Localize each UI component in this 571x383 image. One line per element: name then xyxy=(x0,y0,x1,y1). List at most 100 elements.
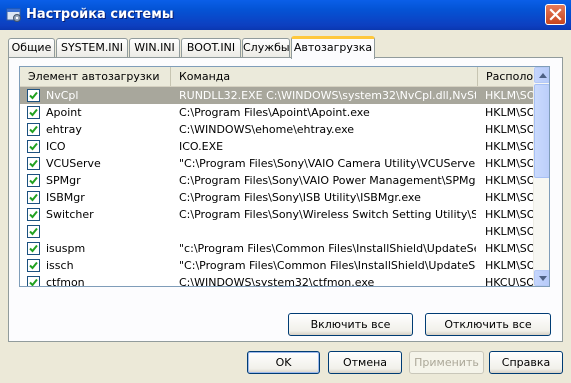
checkmark-icon xyxy=(29,176,38,185)
startup-item-command: C:\Program Files\Apoint\Apoint.exe xyxy=(179,106,370,119)
table-row[interactable]: Switcher C:\Program Files\Sony\Wireless S… xyxy=(20,206,533,223)
enable-checkbox[interactable] xyxy=(27,242,40,255)
tab-startup[interactable]: Автозагрузка xyxy=(291,36,375,59)
startup-item-name: issch xyxy=(46,259,74,272)
checkmark-icon xyxy=(29,227,38,236)
checkmark-icon xyxy=(29,125,38,134)
checkmark-icon xyxy=(29,108,38,117)
startup-item-name xyxy=(46,223,171,240)
checkmark-icon xyxy=(29,193,38,202)
close-icon xyxy=(549,8,562,21)
enable-checkbox[interactable] xyxy=(27,225,40,238)
startup-item-location: HKLM\SOFTWARE xyxy=(485,89,533,102)
table-row[interactable]: ctfmon C:\WINDOWS\system32\ctfmon.exe HKCU… xyxy=(20,274,533,286)
scroll-up-button[interactable] xyxy=(534,67,549,83)
checkmark-icon xyxy=(29,210,38,219)
table-row[interactable]: issch "C:\Program Files\Common Files\Inst… xyxy=(20,257,533,274)
startup-item-name: isuspm xyxy=(46,242,86,255)
checkmark-icon xyxy=(29,261,38,270)
arrow-down-icon xyxy=(539,276,547,281)
startup-item-command: C:\WINDOWS\ehome\ehtray.exe xyxy=(179,123,355,136)
table-row[interactable]: Apoint C:\Program Files\Apoint\Apoint.exe… xyxy=(20,104,533,121)
startup-item-location: HKLM\SOFTWARE xyxy=(485,242,533,255)
startup-item-command: C:\WINDOWS\system32\ctfmon.exe xyxy=(179,276,375,286)
enable-checkbox[interactable] xyxy=(27,157,40,170)
checkmark-icon xyxy=(29,91,38,100)
cancel-button[interactable]: Отмена xyxy=(328,351,402,374)
arrow-up-icon xyxy=(539,73,547,78)
startup-item-command: "C:\Program Files\Common Files\InstallSh… xyxy=(179,259,476,272)
table-row[interactable]: VCUServe "C:\Program Files\Sony\VAIO Came… xyxy=(20,155,533,172)
enable-all-button[interactable]: Включить все xyxy=(288,313,413,336)
tab-services[interactable]: Службы xyxy=(242,38,290,57)
list-header: Элемент автозагрузки Команда Расположени… xyxy=(20,67,549,87)
checkmark-icon xyxy=(29,278,38,286)
table-row[interactable]: SPMgr C:\Program Files\Sony\VAIO Power Ma… xyxy=(20,172,533,189)
startup-item-location: HKCU\SOFTWARE xyxy=(485,276,533,286)
enable-checkbox[interactable] xyxy=(27,208,40,221)
startup-item-name: ctfmon xyxy=(46,276,85,286)
list-rows: NvCpl RUNDLL32.EXE C:\WINDOWS\system32\Nv… xyxy=(20,87,533,286)
checkmark-icon xyxy=(29,159,38,168)
enable-checkbox[interactable] xyxy=(27,191,40,204)
startup-item-name: VCUServe xyxy=(46,157,101,170)
startup-item-name: NvCpl xyxy=(46,89,79,102)
help-button[interactable]: Справка xyxy=(489,351,563,374)
table-row[interactable]: HKLM\SOFTWARE xyxy=(20,223,533,240)
startup-item-location: HKLM\SOFTWARE xyxy=(485,191,533,204)
enable-checkbox[interactable] xyxy=(27,140,40,153)
startup-item-command: C:\Program Files\Sony\ISB Utility\ISBMgr… xyxy=(179,191,421,204)
startup-item-command: ICO.EXE xyxy=(179,140,224,153)
tab-win-ini[interactable]: WIN.INI xyxy=(129,38,180,57)
tab-boot-ini[interactable]: BOOT.INI xyxy=(181,38,241,57)
checkmark-icon xyxy=(29,244,38,253)
startup-item-location: HKLM\SOFTWARE xyxy=(485,106,533,119)
startup-item-location: HKLM\SOFTWARE xyxy=(485,259,533,272)
disable-all-button[interactable]: Отключить все xyxy=(425,313,551,336)
startup-list[interactable]: Элемент автозагрузки Команда Расположени… xyxy=(19,66,550,287)
enable-checkbox[interactable] xyxy=(27,259,40,272)
system-configuration-window: Настройка системы Общие SYSTEM.INI WIN.I… xyxy=(0,0,571,383)
table-row[interactable]: ICO ICO.EXE HKLM\SOFTWARE xyxy=(20,138,533,155)
system-config-icon xyxy=(6,7,22,23)
startup-item-name: ehtray xyxy=(46,123,82,136)
startup-item-location: HKLM\SOFTWARE xyxy=(485,225,533,238)
startup-item-name: SPMgr xyxy=(46,174,81,187)
enable-checkbox[interactable] xyxy=(27,276,40,286)
startup-item-command: C:\Program Files\Sony\VAIO Power Managem… xyxy=(179,174,476,187)
startup-item-name: Switcher xyxy=(46,208,94,221)
column-header-startup-item[interactable]: Элемент автозагрузки xyxy=(20,67,171,86)
enable-checkbox[interactable] xyxy=(27,174,40,187)
tab-general[interactable]: Общие xyxy=(8,38,55,57)
enable-checkbox[interactable] xyxy=(27,123,40,136)
table-row[interactable]: isuspm "c:\Program Files\Common Files\Ins… xyxy=(20,240,533,257)
startup-item-name: Apoint xyxy=(46,106,82,119)
startup-item-command: "c:\Program Files\Common Files\InstallSh… xyxy=(179,242,476,255)
startup-item-location: HKLM\SOFTWARE xyxy=(485,208,533,221)
startup-item-command: C:\Program Files\Sony\Wireless Switch Se… xyxy=(179,208,476,221)
scroll-down-button[interactable] xyxy=(534,270,549,286)
window-title: Настройка системы xyxy=(26,7,174,22)
table-row[interactable]: NvCpl RUNDLL32.EXE C:\WINDOWS\system32\Nv… xyxy=(20,87,533,104)
startup-item-name: ISBMgr xyxy=(46,191,85,204)
startup-item-location: HKLM\SOFTWARE xyxy=(485,140,533,153)
close-button[interactable] xyxy=(545,4,566,25)
scroll-thumb[interactable] xyxy=(534,84,549,178)
startup-item-command: "C:\Program Files\Sony\VAIO Camera Utili… xyxy=(179,157,476,170)
startup-item-location: HKLM\SOFTWARE xyxy=(485,123,533,136)
enable-checkbox[interactable] xyxy=(27,89,40,102)
startup-item-location: HKLM\SOFTWARE xyxy=(485,157,533,170)
column-header-command[interactable]: Команда xyxy=(171,67,478,86)
tab-system-ini[interactable]: SYSTEM.INI xyxy=(56,38,128,57)
table-row[interactable]: ISBMgr C:\Program Files\Sony\ISB Utility\… xyxy=(20,189,533,206)
vertical-scrollbar[interactable] xyxy=(533,67,549,286)
startup-item-name: ICO xyxy=(46,140,66,153)
table-row[interactable]: ehtray C:\WINDOWS\ehome\ehtray.exe HKLM\SO… xyxy=(20,121,533,138)
checkmark-icon xyxy=(29,142,38,151)
enable-checkbox[interactable] xyxy=(27,106,40,119)
title-bar[interactable]: Настройка системы xyxy=(0,0,571,30)
apply-button: Применить xyxy=(409,351,484,374)
startup-item-location: HKLM\SOFTWARE xyxy=(485,174,533,187)
startup-item-command: RUNDLL32.EXE C:\WINDOWS\system32\NvCpl.d… xyxy=(179,89,476,102)
ok-button[interactable]: OK xyxy=(247,351,320,374)
